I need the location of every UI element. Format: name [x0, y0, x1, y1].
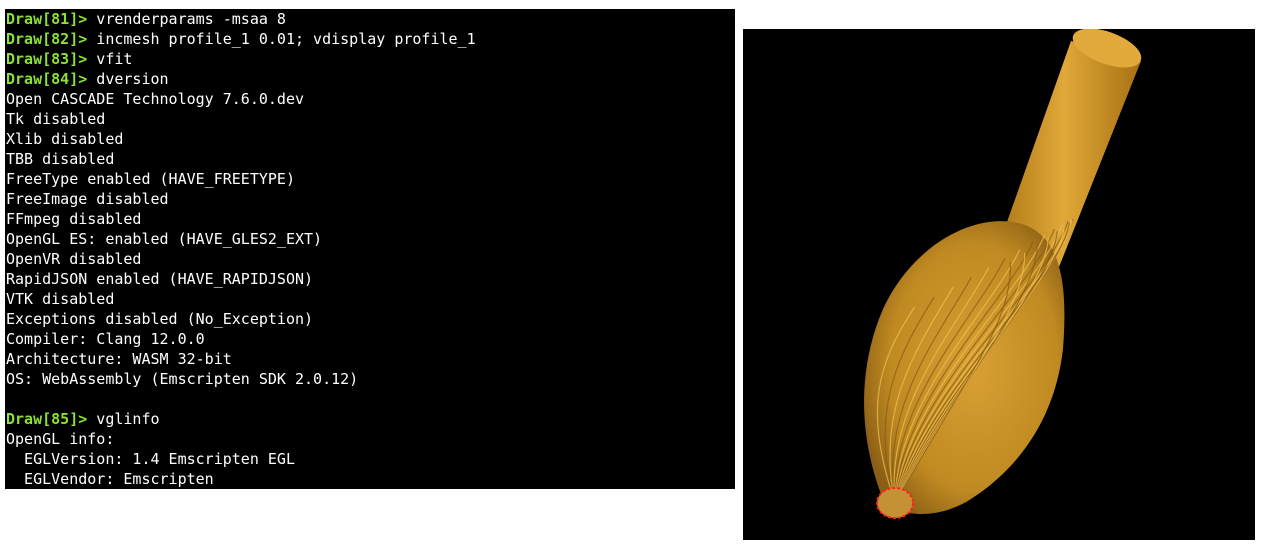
output-text: Exceptions disabled (No_Exception)	[6, 310, 314, 328]
terminal-line: VTK disabled	[5, 289, 735, 309]
output-text: FreeImage disabled	[6, 190, 169, 208]
output-text: EGLVendor: Emscripten	[6, 470, 214, 488]
terminal-line: OpenGL ES: enabled (HAVE_GLES2_EXT)	[5, 229, 735, 249]
command-prompt: Draw[81]>	[6, 10, 88, 28]
terminal-line: Tk disabled	[5, 109, 735, 129]
terminal-line: RapidJSON enabled (HAVE_RAPIDJSON)	[5, 269, 735, 289]
command-text: dversion	[87, 70, 169, 88]
output-text: Architecture: WASM 32-bit	[6, 350, 232, 368]
output-text: Compiler: Clang 12.0.0	[6, 330, 205, 348]
terminal-line: FFmpeg disabled	[5, 209, 735, 229]
output-text: VTK disabled	[6, 290, 115, 308]
terminal-output: Draw[81]> vrenderparams -msaa 8 Draw[82]>…	[5, 9, 735, 489]
3d-viewer[interactable]	[743, 29, 1255, 540]
command-prompt: Draw[85]>	[6, 410, 88, 428]
output-text: OS: WebAssembly (Emscripten SDK 2.0.12)	[6, 370, 359, 388]
command-prompt: Draw[83]>	[6, 50, 88, 68]
output-text: TBB disabled	[6, 150, 115, 168]
terminal-line: Draw[82]> incmesh profile_1 0.01; vdispl…	[5, 29, 735, 49]
command-text: incmesh profile_1 0.01; vdisplay profile…	[87, 30, 476, 48]
output-text: Tk disabled	[6, 110, 106, 128]
terminal-line: Draw[85]> vglinfo	[5, 409, 735, 429]
command-text: vrenderparams -msaa 8	[87, 10, 286, 28]
viewer-canvas[interactable]	[743, 29, 1255, 540]
command-prompt: Draw[82]>	[6, 30, 88, 48]
output-text: OpenGL ES: enabled (HAVE_GLES2_EXT)	[6, 230, 323, 248]
output-text: Open CASCADE Technology 7.6.0.dev	[6, 90, 305, 108]
output-text: FreeType enabled (HAVE_FREETYPE)	[6, 170, 295, 188]
output-text: FFmpeg disabled	[6, 210, 142, 228]
terminal-line: FreeImage disabled	[5, 189, 735, 209]
output-text: EGLVersion: 1.4 Emscripten EGL	[6, 450, 295, 468]
terminal-line: FreeType enabled (HAVE_FREETYPE)	[5, 169, 735, 189]
output-text: OpenVR disabled	[6, 250, 142, 268]
terminal-line: Exceptions disabled (No_Exception)	[5, 309, 735, 329]
command-text: vglinfo	[87, 410, 160, 428]
output-text: OpenGL info:	[6, 430, 115, 448]
terminal-line: EGLVersion: 1.4 Emscripten EGL	[5, 449, 735, 469]
terminal-line: Architecture: WASM 32-bit	[5, 349, 735, 369]
terminal-line: Xlib disabled	[5, 129, 735, 149]
terminal-line: Draw[84]> dversion	[5, 69, 735, 89]
terminal-line: OpenGL info:	[5, 429, 735, 449]
terminal-line: Draw[81]> vrenderparams -msaa 8	[5, 9, 735, 29]
terminal-line: Draw[83]> vfit	[5, 49, 735, 69]
output-text: Xlib disabled	[6, 130, 124, 148]
terminal-line: TBB disabled	[5, 149, 735, 169]
terminal-console[interactable]: Draw[81]> vrenderparams -msaa 8 Draw[82]>…	[5, 9, 735, 489]
terminal-line: Compiler: Clang 12.0.0	[5, 329, 735, 349]
terminal-line: OpenVR disabled	[5, 249, 735, 269]
terminal-line: Open CASCADE Technology 7.6.0.dev	[5, 89, 735, 109]
command-prompt: Draw[84]>	[6, 70, 88, 88]
command-text: vfit	[87, 50, 133, 68]
output-text: RapidJSON enabled (HAVE_RAPIDJSON)	[6, 270, 314, 288]
terminal-line: OS: WebAssembly (Emscripten SDK 2.0.12)	[5, 369, 735, 389]
selected-edge-highlight[interactable]	[876, 487, 914, 519]
terminal-line: EGLVendor: Emscripten	[5, 469, 735, 489]
